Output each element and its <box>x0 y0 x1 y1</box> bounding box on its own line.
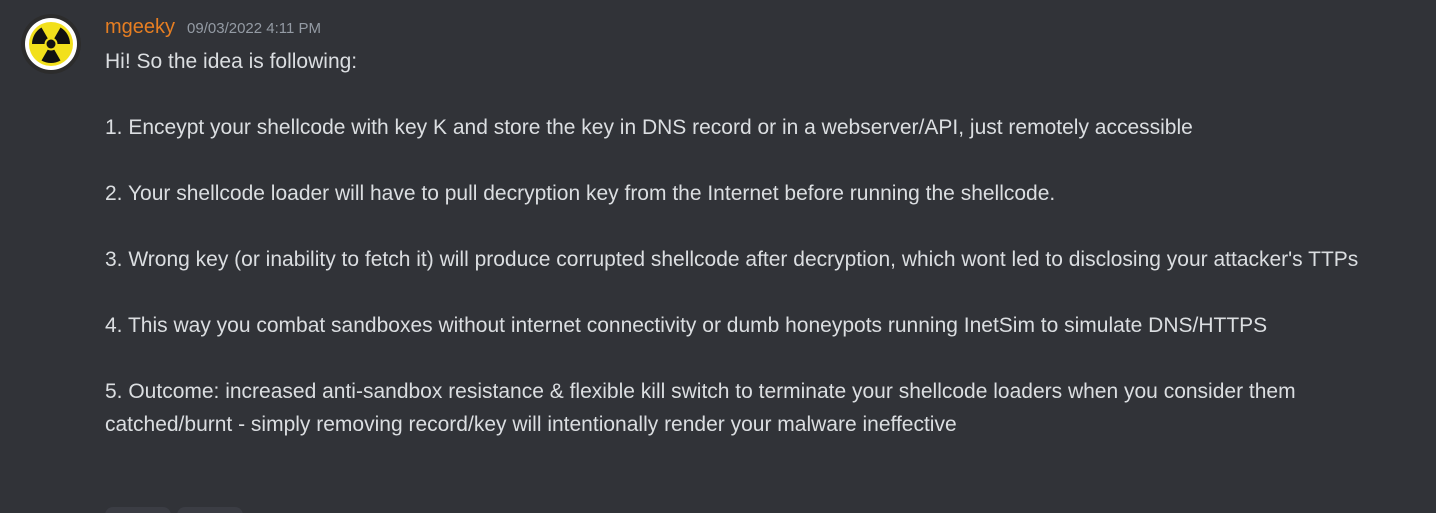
username[interactable]: mgeeky <box>105 16 175 39</box>
message-line-step-5: 5. Outcome: increased anti-sandbox resis… <box>105 380 1302 436</box>
radiation-icon <box>21 14 81 74</box>
message-line-step-4: 4. This way you combat sandboxes without… <box>105 314 1268 337</box>
reactions-row <box>105 507 243 513</box>
user-avatar[interactable] <box>21 14 81 74</box>
message-line-intro: Hi! So the idea is following: <box>105 50 358 73</box>
message-line-step-3: 3. Wrong key (or inability to fetch it) … <box>105 248 1359 271</box>
message-line-step-2: 2. Your shellcode loader will have to pu… <box>105 182 1056 205</box>
reaction-button[interactable] <box>177 507 243 513</box>
message-header: mgeeky 09/03/2022 4:11 PM <box>105 16 321 44</box>
chat-message: mgeeky 09/03/2022 4:11 PM Hi! So the ide… <box>0 0 1436 513</box>
message-timestamp: 09/03/2022 4:11 PM <box>187 20 322 37</box>
message-content: Hi! So the idea is following: 1. Enceypt… <box>105 45 1395 441</box>
reaction-button[interactable] <box>105 507 171 513</box>
message-line-step-1: 1. Enceypt your shellcode with key K and… <box>105 116 1193 139</box>
